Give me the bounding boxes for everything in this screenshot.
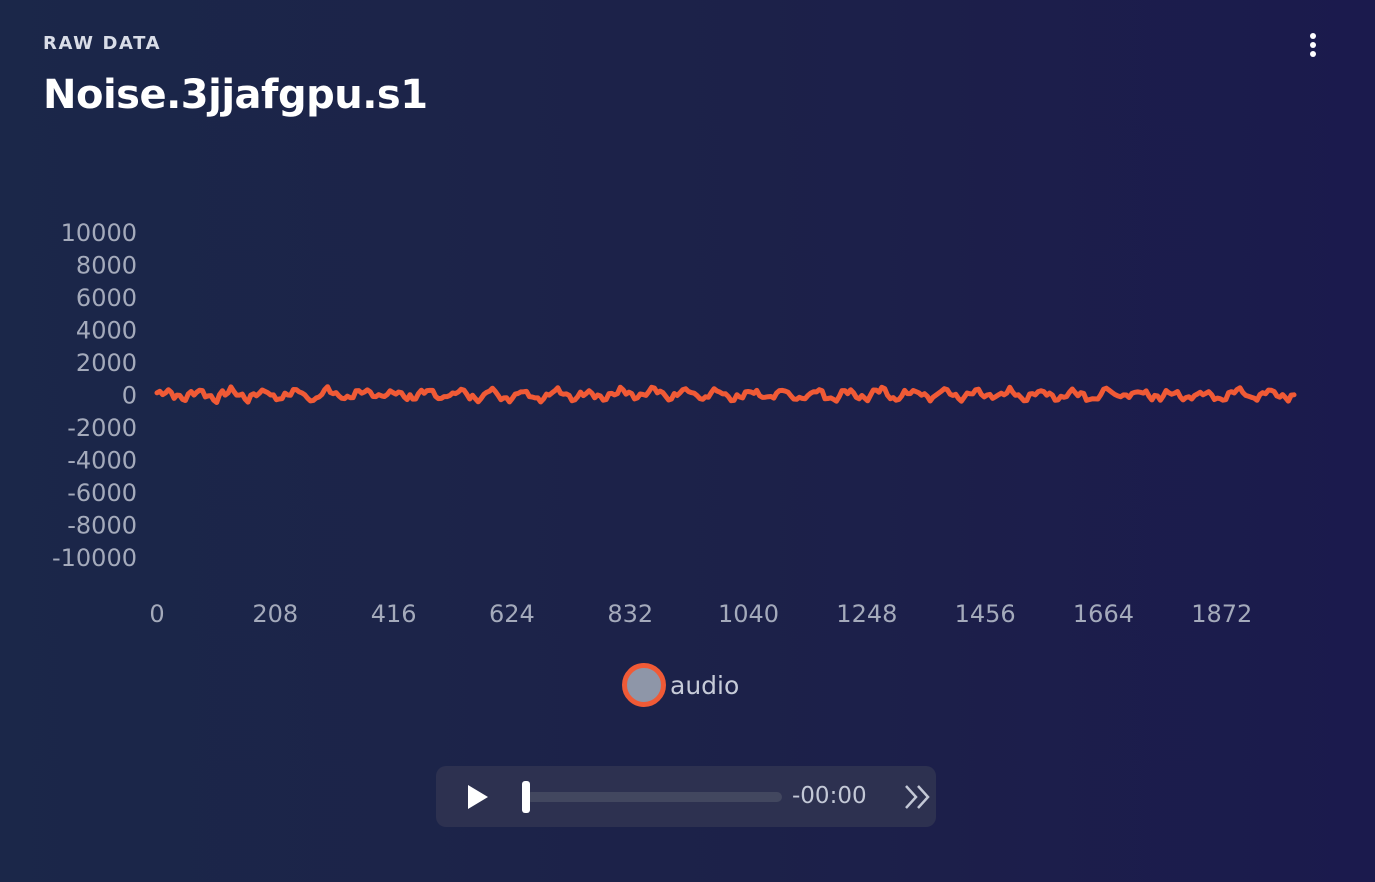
- time-remaining: -00:00: [792, 783, 867, 809]
- y-tick-label: 8000: [76, 252, 137, 280]
- y-tick-label: -8000: [67, 512, 137, 540]
- legend-item-audio[interactable]: audio: [622, 663, 739, 707]
- legend-marker: [622, 663, 666, 707]
- x-tick-label: 1040: [718, 600, 779, 628]
- legend-label: audio: [670, 670, 740, 700]
- x-tick-label: 208: [252, 600, 298, 628]
- x-tick-label: 1664: [1073, 600, 1134, 628]
- raw-data-card: RAW DATA Noise.3jjafgpu.s1 10000 8000 6000…: [0, 0, 1375, 882]
- y-tick-label: 2000: [76, 349, 137, 377]
- raw-data-chart: 10000 8000 6000 4000 2000 0 -2000 -4000 -6000 -80…: [52, 219, 1297, 628]
- progress-track[interactable]: [526, 792, 782, 802]
- x-tick-label: 416: [371, 600, 417, 628]
- y-tick-label: 6000: [76, 284, 137, 312]
- progress-handle[interactable]: [522, 781, 530, 813]
- y-tick-label: -6000: [67, 479, 137, 507]
- x-tick-label: 1248: [836, 600, 897, 628]
- y-tick-label: -4000: [67, 447, 137, 475]
- y-tick-label: 0: [122, 382, 137, 410]
- y-tick-label: -2000: [67, 414, 137, 442]
- y-tick-label: 4000: [76, 317, 137, 345]
- y-tick-label: 10000: [61, 219, 137, 247]
- x-tick-label: 624: [489, 600, 535, 628]
- x-tick-label: 1456: [955, 600, 1016, 628]
- x-tick-label: 0: [149, 600, 164, 628]
- x-tick-label: 1872: [1191, 600, 1252, 628]
- fast-forward-icon[interactable]: [902, 782, 934, 812]
- audio-player: -00:00: [436, 766, 936, 827]
- play-icon[interactable]: [462, 782, 492, 812]
- x-tick-label: 832: [607, 600, 653, 628]
- y-tick-label: -10000: [52, 544, 137, 572]
- series-line-audio: [154, 384, 1297, 405]
